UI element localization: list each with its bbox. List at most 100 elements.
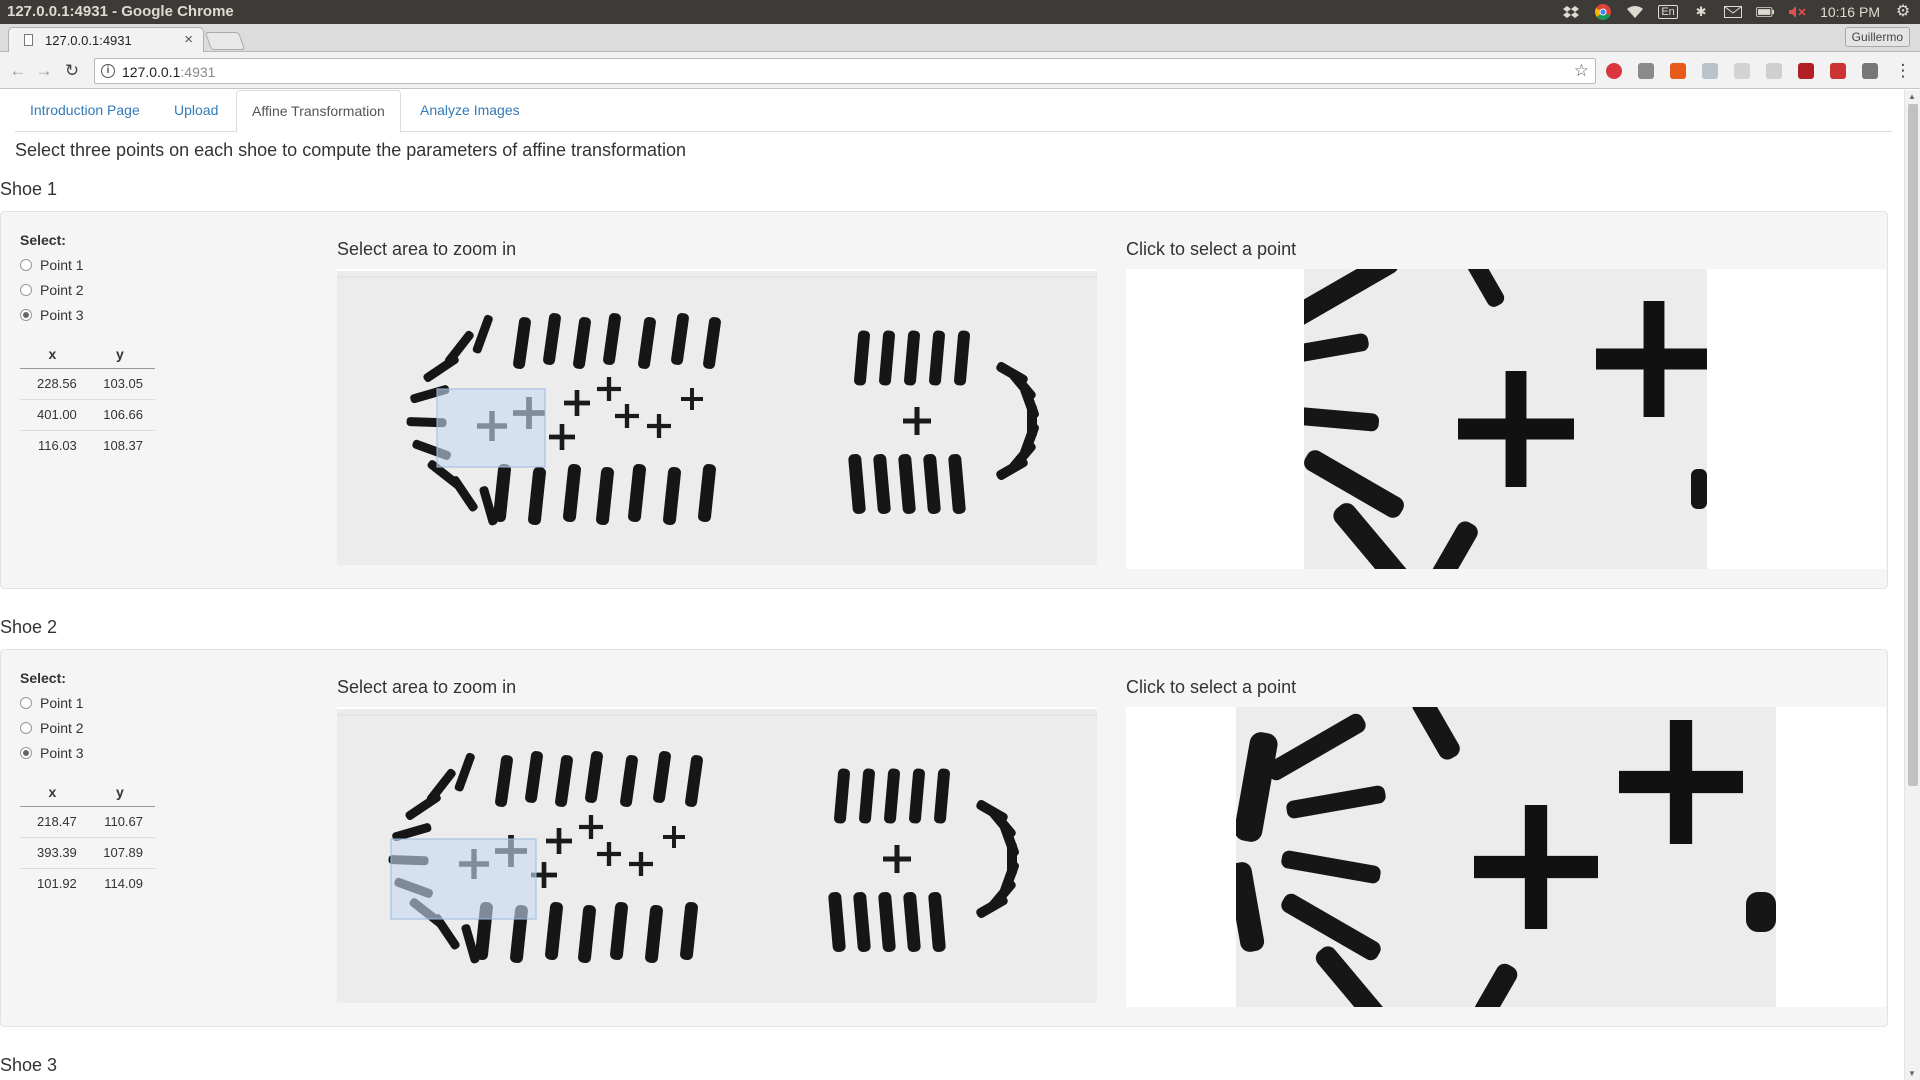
radio-button-checked[interactable] bbox=[20, 309, 32, 321]
radio-button[interactable] bbox=[20, 722, 32, 734]
point-1-radio[interactable]: Point 1 bbox=[20, 695, 84, 711]
tab-affine-transformation[interactable]: Affine Transformation bbox=[236, 90, 401, 133]
office-extension-icon[interactable] bbox=[1670, 63, 1686, 79]
click-select-label: Click to select a point bbox=[1126, 239, 1297, 259]
mail-icon[interactable] bbox=[1724, 5, 1743, 19]
chrome-icon[interactable] bbox=[1594, 4, 1612, 20]
point-2-radio[interactable]: Point 2 bbox=[20, 720, 84, 736]
column-header-x: x bbox=[20, 340, 85, 369]
app-nav-tabs: Introduction Page Upload Affine Transfor… bbox=[15, 90, 1892, 133]
shoe-2-panel: Select: Point 1 Point 2 Point 3 x y 218.… bbox=[0, 649, 1888, 1027]
wifi-icon[interactable] bbox=[1626, 5, 1644, 19]
point-2-radio[interactable]: Point 2 bbox=[20, 282, 84, 298]
shoeprint-plot[interactable] bbox=[337, 269, 1097, 565]
forward-icon[interactable]: → bbox=[34, 61, 54, 81]
clock[interactable]: 10:16 PM bbox=[1820, 0, 1880, 24]
select-label: Select: bbox=[20, 670, 66, 686]
table-row: 393.39 107.89 bbox=[20, 836, 155, 868]
shoe-1-title: Shoe 1 bbox=[0, 179, 58, 199]
reload-icon[interactable]: ↻ bbox=[62, 61, 82, 81]
shoeprint-image[interactable] bbox=[337, 709, 1097, 1003]
shoeprint-plot[interactable] bbox=[337, 707, 1097, 1003]
cell-x: 116.03 bbox=[20, 429, 85, 461]
page-content: Introduction Page Upload Affine Transfor… bbox=[0, 90, 1904, 1080]
point-1-radio[interactable]: Point 1 bbox=[20, 257, 84, 273]
table-row: 218.47 110.67 bbox=[20, 805, 155, 837]
table-row: 228.56 103.05 bbox=[20, 367, 155, 399]
address-bar[interactable]: i 127.0.0.1:4931 ☆ bbox=[94, 58, 1596, 84]
tab-introduction[interactable]: Introduction Page bbox=[15, 90, 155, 132]
extension-icon[interactable] bbox=[1734, 63, 1750, 79]
page-scrollbar[interactable]: ▲ ▼ bbox=[1904, 90, 1920, 1080]
cell-y: 108.37 bbox=[84, 429, 155, 461]
page-icon bbox=[24, 34, 33, 46]
adblock-extension-icon[interactable] bbox=[1606, 63, 1622, 79]
zoom-select-label: Select area to zoom in bbox=[337, 239, 517, 259]
zoomed-shoeprint-image[interactable] bbox=[1304, 269, 1707, 569]
radio-button[interactable] bbox=[20, 697, 32, 709]
cell-x: 218.47 bbox=[20, 805, 85, 837]
zoom-plot[interactable] bbox=[1126, 269, 1886, 569]
cell-y: 103.05 bbox=[84, 367, 155, 399]
radio-button[interactable] bbox=[20, 259, 32, 271]
point-3-radio[interactable]: Point 3 bbox=[20, 307, 84, 323]
back-icon[interactable]: ← bbox=[8, 61, 28, 81]
camera-extension-icon[interactable] bbox=[1638, 63, 1654, 79]
pocket-extension-icon[interactable] bbox=[1862, 63, 1878, 79]
profile-button[interactable]: Guillermo bbox=[1844, 27, 1910, 47]
scrollbar-thumb[interactable] bbox=[1908, 104, 1918, 786]
radio-button[interactable] bbox=[20, 284, 32, 296]
cell-y: 106.66 bbox=[84, 398, 155, 430]
column-header-x: x bbox=[20, 778, 85, 807]
coordinates-table: x y 228.56 103.05 401.00 106.66 116.03 108.… bbox=[20, 340, 155, 461]
document-extension-icon[interactable] bbox=[1766, 63, 1782, 79]
shoe-2-title: Shoe 2 bbox=[0, 617, 58, 637]
column-header-y: y bbox=[84, 340, 155, 369]
cell-x: 401.00 bbox=[20, 398, 85, 430]
radio-button-checked[interactable] bbox=[20, 747, 32, 759]
table-row: 401.00 106.66 bbox=[20, 398, 155, 430]
cell-y: 107.89 bbox=[84, 836, 155, 868]
star-icon[interactable]: ☆ bbox=[1574, 61, 1589, 81]
battery-icon[interactable] bbox=[1756, 5, 1775, 19]
browser-tab-label: 127.0.0.1:4931 bbox=[45, 33, 132, 48]
window-title: 127.0.0.1:4931 - Google Chrome bbox=[7, 3, 234, 20]
bluetooth-icon[interactable]: ✱ bbox=[1692, 4, 1710, 19]
instructions-text: Select three points on each shoe to comp… bbox=[15, 140, 687, 160]
keyboard-icon[interactable]: En bbox=[1658, 5, 1679, 19]
point-3-radio[interactable]: Point 3 bbox=[20, 745, 84, 761]
shoe-3-title: Shoe 3 bbox=[0, 1055, 58, 1075]
shoeprint-image[interactable] bbox=[337, 271, 1097, 565]
browser-tab[interactable]: 127.0.0.1:4931 × bbox=[8, 27, 204, 53]
cell-y: 114.09 bbox=[84, 867, 155, 899]
coordinates-table: x y 218.47 110.67 393.39 107.89 101.92 114.… bbox=[20, 778, 155, 899]
cell-y: 110.67 bbox=[84, 805, 155, 837]
table-row: 101.92 114.09 bbox=[20, 867, 155, 899]
dropbox-extension-icon[interactable] bbox=[1702, 63, 1718, 79]
zoom-plot[interactable] bbox=[1126, 707, 1886, 1007]
click-select-label: Click to select a point bbox=[1126, 677, 1297, 697]
menu-icon[interactable]: ⋮ bbox=[1893, 61, 1913, 81]
settings-icon[interactable]: ⚙ bbox=[1894, 3, 1912, 20]
url-text[interactable]: 127.0.0.1:4931 bbox=[122, 64, 215, 80]
info-icon[interactable]: i bbox=[101, 64, 115, 78]
tab-analyze-images[interactable]: Analyze Images bbox=[405, 90, 535, 132]
close-tab-icon[interactable]: × bbox=[184, 31, 193, 48]
volume-muted-icon[interactable] bbox=[1788, 5, 1806, 19]
new-tab-button[interactable] bbox=[204, 32, 246, 50]
scroll-down-icon[interactable]: ▼ bbox=[1908, 1069, 1916, 1078]
shoe-1-panel: Select: Point 1 Point 2 Point 3 x y 228.… bbox=[0, 211, 1888, 589]
zoomed-shoeprint-image[interactable] bbox=[1236, 707, 1776, 1007]
system-tray: En ✱ 10:16 PM ⚙ bbox=[1562, 0, 1912, 24]
table-row: 116.03 108.37 bbox=[20, 429, 155, 461]
mendeley-extension-icon[interactable] bbox=[1798, 63, 1814, 79]
pdf-extension-icon[interactable] bbox=[1830, 63, 1846, 79]
scroll-up-icon[interactable]: ▲ bbox=[1908, 92, 1916, 101]
column-header-y: y bbox=[84, 778, 155, 807]
os-title-bar: 127.0.0.1:4931 - Google Chrome En ✱ 10:1… bbox=[0, 0, 1920, 24]
select-label: Select: bbox=[20, 232, 66, 248]
cell-x: 393.39 bbox=[20, 836, 85, 868]
dropbox-icon[interactable] bbox=[1562, 5, 1580, 19]
zoom-select-label: Select area to zoom in bbox=[337, 677, 517, 697]
tab-upload[interactable]: Upload bbox=[159, 90, 233, 132]
